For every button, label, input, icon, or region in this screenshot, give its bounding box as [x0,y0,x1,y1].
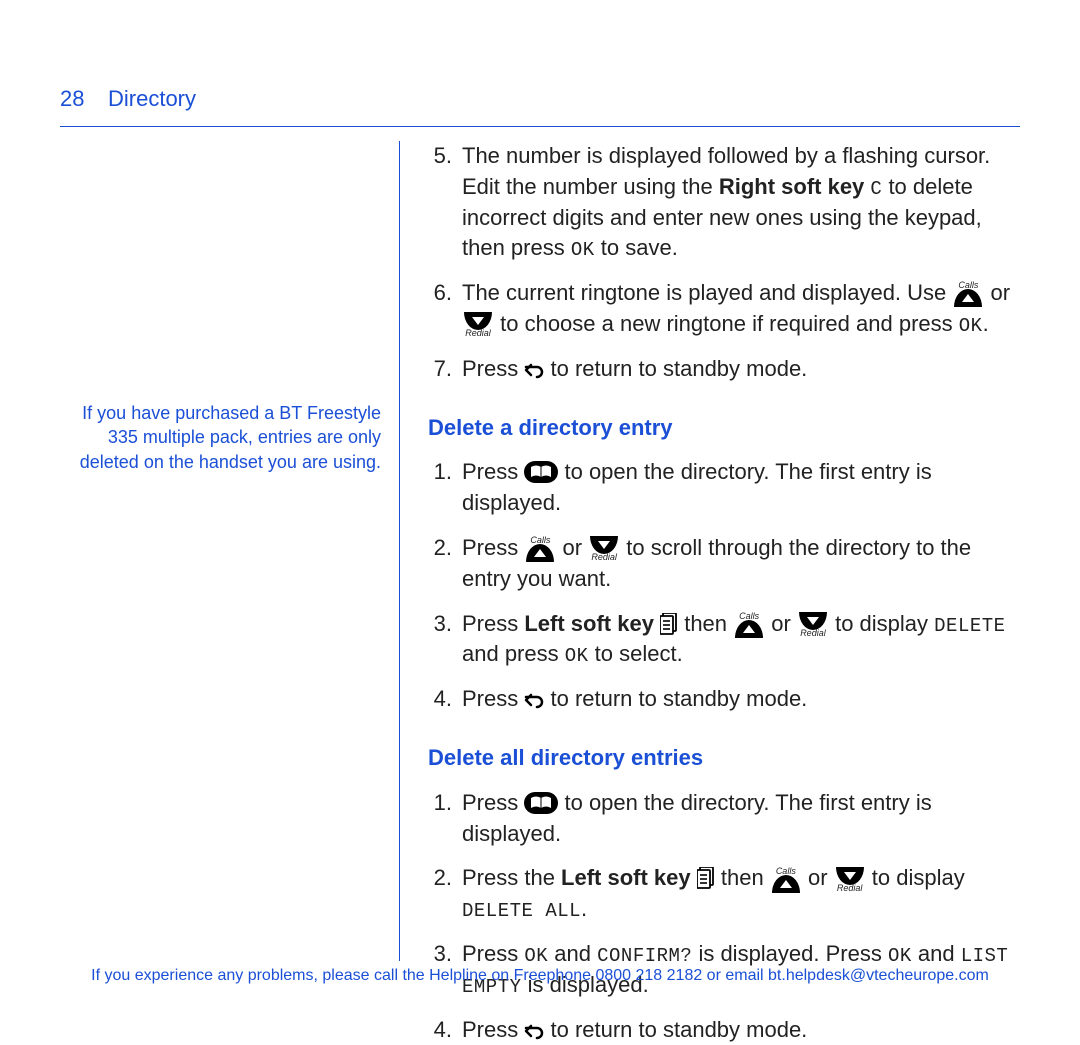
step: 4. Press to return to standby mode. [428,684,1020,715]
up-calls-icon: Calls [772,867,800,893]
text-ok: OK [571,239,595,261]
text-delete-all: DELETE ALL [462,900,581,922]
down-redial-icon: Redial [836,867,864,893]
step: 1. Press to open the directory. The firs… [428,788,1020,850]
up-calls-icon: Calls [954,281,982,307]
main-column: 5. The number is displayed followed by a… [400,141,1020,961]
text-ok: OK [959,315,983,337]
text-ok: OK [524,945,548,967]
section-title: Directory [108,86,196,112]
heading-delete-all: Delete all directory entries [428,743,1020,774]
footer-helpline: If you experience any problems, please c… [0,967,1080,985]
page-number: 28 [60,86,90,112]
menu-icon [660,613,678,635]
text-ok: OK [565,645,589,667]
side-column: If you have purchased a BT Freestyle 335… [60,141,400,961]
directory-book-icon [524,792,558,814]
step: 6. The current ringtone is played and di… [428,278,1020,340]
directory-book-icon [524,461,558,483]
back-icon [524,692,544,710]
page-header: 28 Directory [60,86,1020,127]
up-calls-icon: Calls [526,536,554,562]
text-delete: DELETE [934,615,1005,637]
side-note: If you have purchased a BT Freestyle 335… [60,401,381,474]
menu-icon [697,867,715,889]
step: 5. The number is displayed followed by a… [428,141,1020,264]
up-calls-icon: Calls [735,612,763,638]
back-icon [524,1023,544,1041]
step: 3. Press Left soft key then Calls or Red… [428,609,1020,671]
step: 2. Press Calls or Redial to scroll throu… [428,533,1020,595]
back-icon [524,362,544,380]
text-ok: OK [888,945,912,967]
down-redial-icon: Redial [464,312,492,338]
step: 2. Press the Left soft key then Calls or… [428,863,1020,925]
step: 4. Press to return to standby mode. [428,1015,1020,1045]
step: 1. Press to open the directory. The firs… [428,457,1020,519]
text-confirm: CONFIRM? [597,945,692,967]
heading-delete-entry: Delete a directory entry [428,413,1020,444]
down-redial-icon: Redial [590,536,618,562]
step: 7. Press to return to standby mode. [428,354,1020,385]
down-redial-icon: Redial [799,612,827,638]
text-c-key: C [870,178,882,200]
